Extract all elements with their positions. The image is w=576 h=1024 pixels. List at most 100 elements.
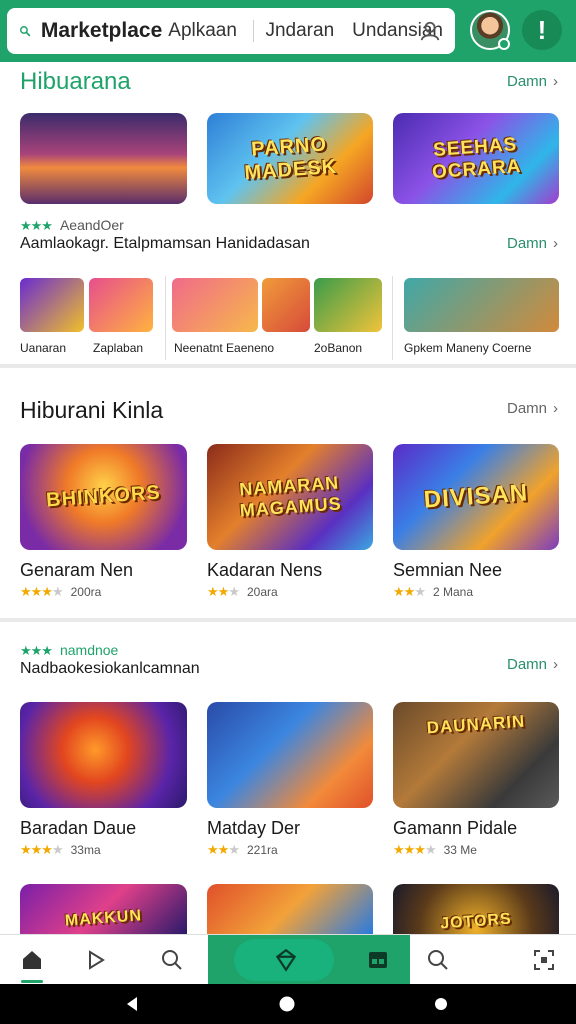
app-card[interactable] bbox=[20, 113, 187, 204]
app-card[interactable] bbox=[207, 702, 373, 808]
nav-search[interactable] bbox=[140, 935, 204, 985]
home-icon bbox=[23, 951, 41, 969]
see-more-link[interactable]: Damn › bbox=[507, 73, 558, 90]
nav-store[interactable] bbox=[346, 935, 410, 985]
rating-label: AeandOer bbox=[59, 217, 124, 233]
app-name: Kadaran Nens bbox=[207, 560, 323, 580]
app-name: Semnian Nee bbox=[393, 560, 503, 580]
mini-caption: Uanaran bbox=[20, 341, 67, 355]
rating-label: 2 Mana bbox=[432, 585, 473, 599]
mini-thumb[interactable] bbox=[262, 278, 310, 332]
rating-label: 33ma bbox=[70, 843, 101, 857]
stars-icon: ★★★ bbox=[207, 584, 240, 599]
chevron-right-icon: › bbox=[553, 400, 558, 417]
rating-label: namdnoe bbox=[59, 642, 119, 658]
home-circle-icon[interactable] bbox=[278, 995, 296, 1013]
app-name: Baradan Daue bbox=[20, 818, 137, 838]
see-more-link[interactable]: Damn › bbox=[507, 235, 558, 252]
mini-caption: 2oBanon bbox=[314, 341, 363, 355]
app-card[interactable]: BHINKORS bbox=[20, 444, 187, 550]
section-title: Hibuarana bbox=[20, 68, 131, 95]
account-icon[interactable] bbox=[419, 20, 441, 42]
divider bbox=[392, 276, 393, 360]
search-icon bbox=[162, 950, 182, 970]
alert-icon: ! bbox=[537, 15, 547, 45]
search-term[interactable]: Aplkaan bbox=[168, 20, 237, 42]
system-navigation-bar bbox=[0, 984, 576, 1024]
rating-row: ★★★★ 33ma bbox=[20, 842, 101, 858]
nav-games[interactable] bbox=[254, 935, 318, 985]
app-card[interactable]: DIVISAN bbox=[393, 444, 559, 550]
see-more-label: Damn bbox=[506, 656, 547, 673]
chevron-right-icon: › bbox=[553, 656, 558, 673]
nav-play[interactable] bbox=[64, 935, 128, 985]
rating-row: ★★★★ 33 Me bbox=[393, 842, 477, 858]
section-subtitle: Aamlaokagr. Etalpmamsan Hanidadasan bbox=[20, 235, 310, 252]
play-icon bbox=[89, 950, 105, 970]
nav-scan[interactable] bbox=[512, 935, 576, 985]
search-term[interactable]: Jndaran bbox=[265, 20, 334, 42]
scan-icon bbox=[534, 950, 554, 970]
mini-thumb[interactable] bbox=[20, 278, 84, 332]
top-app-bar: Marketplace Aplkaan Jndaran Undansian ! bbox=[0, 0, 576, 62]
mini-thumb[interactable] bbox=[172, 278, 258, 332]
rating-label: 200ra bbox=[70, 585, 102, 599]
rating-label: 33 Me bbox=[443, 843, 477, 857]
app-name: Genaram Nen bbox=[20, 560, 134, 580]
search-bar[interactable]: Marketplace Aplkaan Jndaran Undansian bbox=[7, 8, 455, 54]
section-separator bbox=[0, 618, 576, 622]
app-card[interactable]: MAKKUN bbox=[20, 884, 187, 934]
card-art bbox=[20, 113, 187, 204]
nav-home[interactable] bbox=[0, 935, 64, 985]
divider bbox=[165, 276, 166, 360]
app-card[interactable]: JOTORS bbox=[393, 884, 559, 934]
alert-button[interactable]: ! bbox=[522, 10, 562, 50]
status-dot bbox=[498, 38, 510, 50]
mini-thumb[interactable] bbox=[404, 278, 559, 332]
diamond-icon bbox=[275, 948, 297, 972]
app-name: Gamann Pidale bbox=[393, 818, 518, 838]
mini-thumb[interactable] bbox=[89, 278, 153, 332]
rating-row: ★★★★ 200ra bbox=[20, 584, 101, 600]
mini-thumb[interactable] bbox=[314, 278, 382, 332]
see-more-link[interactable]: Damn › bbox=[507, 400, 558, 417]
bottom-navigation bbox=[0, 934, 576, 985]
see-more-label: Damn bbox=[506, 400, 547, 417]
nav-search-2[interactable] bbox=[406, 935, 470, 985]
stars-icon: ★★★ bbox=[393, 584, 426, 599]
app-card[interactable]: NAMARAN MAGAMUS bbox=[207, 444, 373, 550]
search-icon bbox=[19, 26, 31, 37]
stars-icon: ★★★★ bbox=[20, 842, 64, 857]
app-name: Matday Der bbox=[207, 818, 301, 838]
rating-label: 221ra bbox=[246, 843, 278, 857]
app-card[interactable] bbox=[20, 702, 187, 808]
section-subtitle: Nadbaokesiokanlcamnan bbox=[20, 660, 200, 677]
rating-row: ★★★ namdnoe bbox=[20, 642, 118, 659]
app-card[interactable]: PARNO MADESK bbox=[207, 113, 373, 204]
stars-icon: ★★★★ bbox=[393, 842, 437, 857]
rating-label: 20ara bbox=[246, 585, 278, 599]
app-card[interactable]: SEEHAS OCRARA bbox=[393, 113, 559, 204]
see-more-link[interactable]: Damn › bbox=[507, 656, 558, 673]
recents-dot-icon[interactable] bbox=[434, 997, 448, 1011]
see-more-label: Damn bbox=[506, 73, 547, 90]
chevron-right-icon: › bbox=[553, 73, 558, 90]
mini-caption: Zaplaban bbox=[93, 341, 144, 355]
stars-icon: ★★★★ bbox=[20, 584, 64, 599]
app-card[interactable]: DAUNARIN bbox=[393, 702, 559, 808]
chevron-right-icon: › bbox=[553, 235, 558, 252]
section-title: Hiburani Kinla bbox=[20, 397, 164, 423]
card-art bbox=[207, 884, 373, 934]
stars-icon: ★★★ bbox=[20, 643, 53, 658]
rating-row: ★★★ 2 Mana bbox=[393, 584, 473, 600]
nav-highlight bbox=[208, 935, 410, 985]
app-title: Marketplace bbox=[40, 19, 163, 42]
card-art bbox=[20, 702, 187, 808]
avatar[interactable] bbox=[470, 10, 510, 50]
back-icon[interactable] bbox=[124, 996, 140, 1012]
app-card[interactable] bbox=[207, 884, 373, 934]
search-icon bbox=[428, 950, 448, 970]
rating-row: ★★★ 20ara bbox=[207, 584, 278, 600]
rating-row: ★★★ AeandOer bbox=[20, 217, 124, 234]
section-separator bbox=[0, 364, 576, 368]
